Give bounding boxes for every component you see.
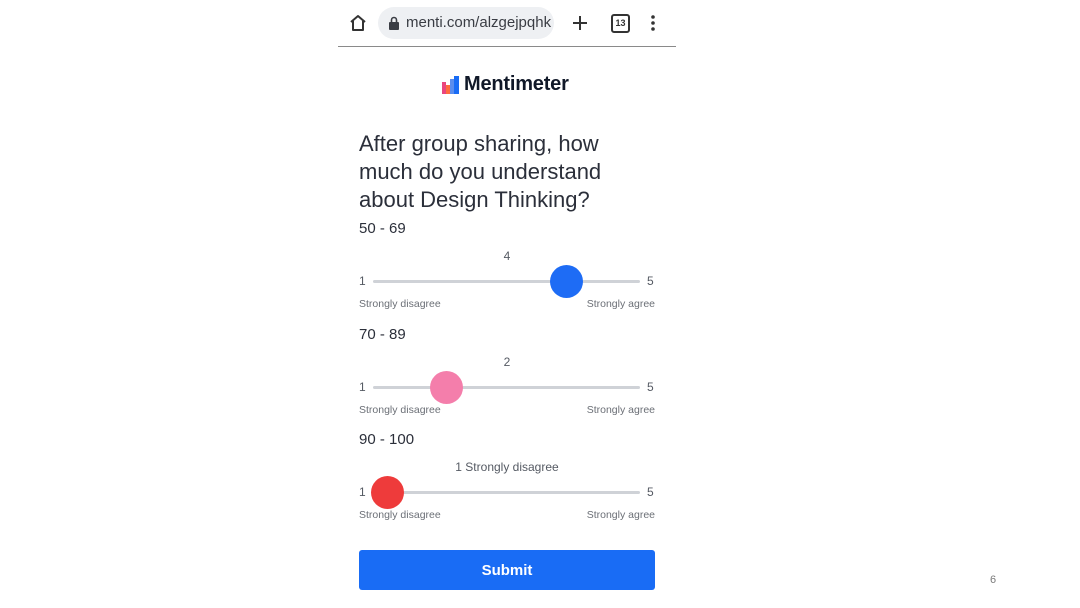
slide-number: 6 [990,574,997,586]
mentimeter-logo-icon [442,76,459,94]
brand-name: Mentimeter [464,73,569,95]
slider-min-value: 1 [359,485,366,499]
slider-value-label: 2 [503,355,511,369]
scale-max-label: Strongly agree [586,404,655,416]
scale-min-label: Strongly disagree [359,404,441,416]
scale-max-label: Strongly agree [586,298,655,310]
slider-thumb[interactable] [370,475,404,509]
rating-group: 90 - 100 1 Strongly disagree 1 5 Strongly di… [359,431,655,531]
scale-min-label: Strongly disagree [359,298,441,310]
group-label: 70 - 89 [359,326,406,343]
slider-max-value: 5 [647,380,654,394]
browser-toolbar: menti.com/alzgejpqhk 13 [338,0,676,47]
slider-track[interactable] [373,491,640,494]
scale-min-label: Strongly disagree [359,509,441,521]
url-text: menti.com/alzgejpqhk [406,14,552,31]
slider-track[interactable] [373,386,640,389]
group-label: 50 - 69 [359,220,406,237]
lock-icon [389,16,399,30]
phone-screen: menti.com/alzgejpqhk 13 Mentimeter After… [338,0,676,608]
rating-group: 70 - 89 2 1 5 Strongly disagree Strongly agre… [359,326,655,426]
tabs-icon[interactable]: 13 [611,14,630,33]
plus-icon[interactable] [570,13,590,33]
slider-thumb[interactable] [549,264,583,298]
question-title: After group sharing, how much do you und… [359,131,602,212]
more-vert-icon[interactable] [643,13,663,33]
rating-group: 50 - 69 4 1 5 Strongly disagree Strongly agre… [359,220,655,320]
slider-track[interactable] [373,280,640,283]
address-bar[interactable]: menti.com/alzgejpqhk [378,7,554,39]
slider-value-label: 4 [503,249,511,263]
slider-thumb[interactable] [430,370,464,404]
slider-value-label: 1 Strongly disagree [455,460,559,474]
slider-min-value: 1 [359,274,366,288]
submit-button[interactable]: Submit [359,550,655,590]
home-icon[interactable] [348,13,368,33]
slider-max-value: 5 [647,485,654,499]
slider-min-value: 1 [359,380,366,394]
slider-max-value: 5 [647,274,654,288]
scale-max-label: Strongly agree [586,509,655,521]
group-label: 90 - 100 [359,431,415,448]
